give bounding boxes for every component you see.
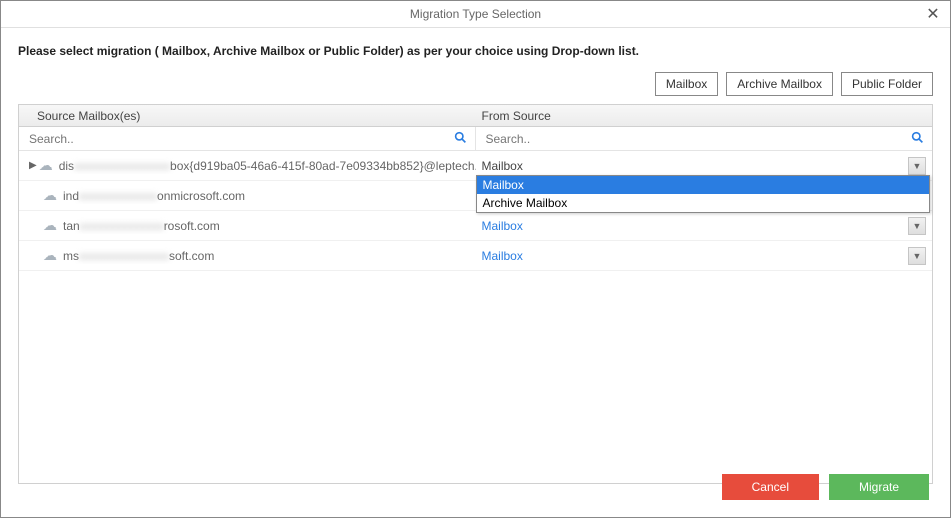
migrate-button[interactable]: Migrate bbox=[829, 474, 929, 500]
source-dropdown[interactable]: Mailbox Archive Mailbox bbox=[476, 175, 931, 213]
chevron-right-icon[interactable]: ▶ bbox=[29, 160, 37, 171]
dropdown-caret-icon[interactable]: ▼ bbox=[908, 247, 926, 265]
dropdown-option-archive[interactable]: Archive Mailbox bbox=[477, 194, 930, 212]
cloud-icon: ☁ bbox=[43, 217, 57, 234]
search-icon[interactable] bbox=[911, 131, 924, 147]
filter-mailbox-button[interactable]: Mailbox bbox=[655, 72, 718, 96]
cloud-icon: ☁ bbox=[43, 247, 57, 264]
source-value: Mailbox bbox=[482, 219, 523, 233]
cancel-button[interactable]: Cancel bbox=[722, 474, 819, 500]
table-row[interactable]: ☁ msxxxxxxxxxxxxxxxsoft.com Mailbox ▼ bbox=[19, 241, 932, 271]
search-row bbox=[19, 127, 932, 151]
close-icon[interactable]: ✕ bbox=[923, 4, 943, 24]
mailbox-name: indxxxxxxxxxxxxxonmicrosoft.com bbox=[63, 189, 245, 203]
column-from-source: From Source bbox=[476, 109, 933, 123]
mailbox-table: Source Mailbox(es) From Source ▶ ☁ bbox=[18, 104, 933, 484]
footer-buttons: Cancel Migrate bbox=[722, 474, 929, 500]
table-row[interactable]: ☁ tanxxxxxxxxxxxxxxrosoft.com Mailbox ▼ bbox=[19, 211, 932, 241]
search-icon[interactable] bbox=[454, 131, 467, 147]
filter-public-button[interactable]: Public Folder bbox=[841, 72, 933, 96]
column-source-mailboxes: Source Mailbox(es) bbox=[19, 109, 476, 123]
mailbox-name: tanxxxxxxxxxxxxxxrosoft.com bbox=[63, 219, 220, 233]
mailbox-name: disxxxxxxxxxxxxxxxxbox{d919ba05-46a6-415… bbox=[59, 159, 476, 173]
source-value: Mailbox bbox=[482, 159, 523, 173]
cloud-icon: ☁ bbox=[43, 187, 57, 204]
filter-button-row: Mailbox Archive Mailbox Public Folder bbox=[18, 72, 933, 96]
table-header: Source Mailbox(es) From Source bbox=[19, 105, 932, 127]
source-value: Mailbox bbox=[482, 249, 523, 263]
cloud-icon: ☁ bbox=[39, 157, 53, 174]
dropdown-option-mailbox[interactable]: Mailbox bbox=[477, 176, 930, 194]
search-source-input[interactable] bbox=[482, 132, 927, 146]
title-bar: Migration Type Selection ✕ bbox=[0, 0, 951, 28]
window-title: Migration Type Selection bbox=[410, 7, 541, 21]
mailbox-name: msxxxxxxxxxxxxxxxsoft.com bbox=[63, 249, 214, 263]
instruction-text: Please select migration ( Mailbox, Archi… bbox=[18, 44, 933, 58]
dropdown-caret-icon[interactable]: ▼ bbox=[908, 217, 926, 235]
search-mailbox-input[interactable] bbox=[25, 132, 469, 146]
filter-archive-button[interactable]: Archive Mailbox bbox=[726, 72, 833, 96]
dropdown-caret-icon[interactable]: ▼ bbox=[908, 157, 926, 175]
